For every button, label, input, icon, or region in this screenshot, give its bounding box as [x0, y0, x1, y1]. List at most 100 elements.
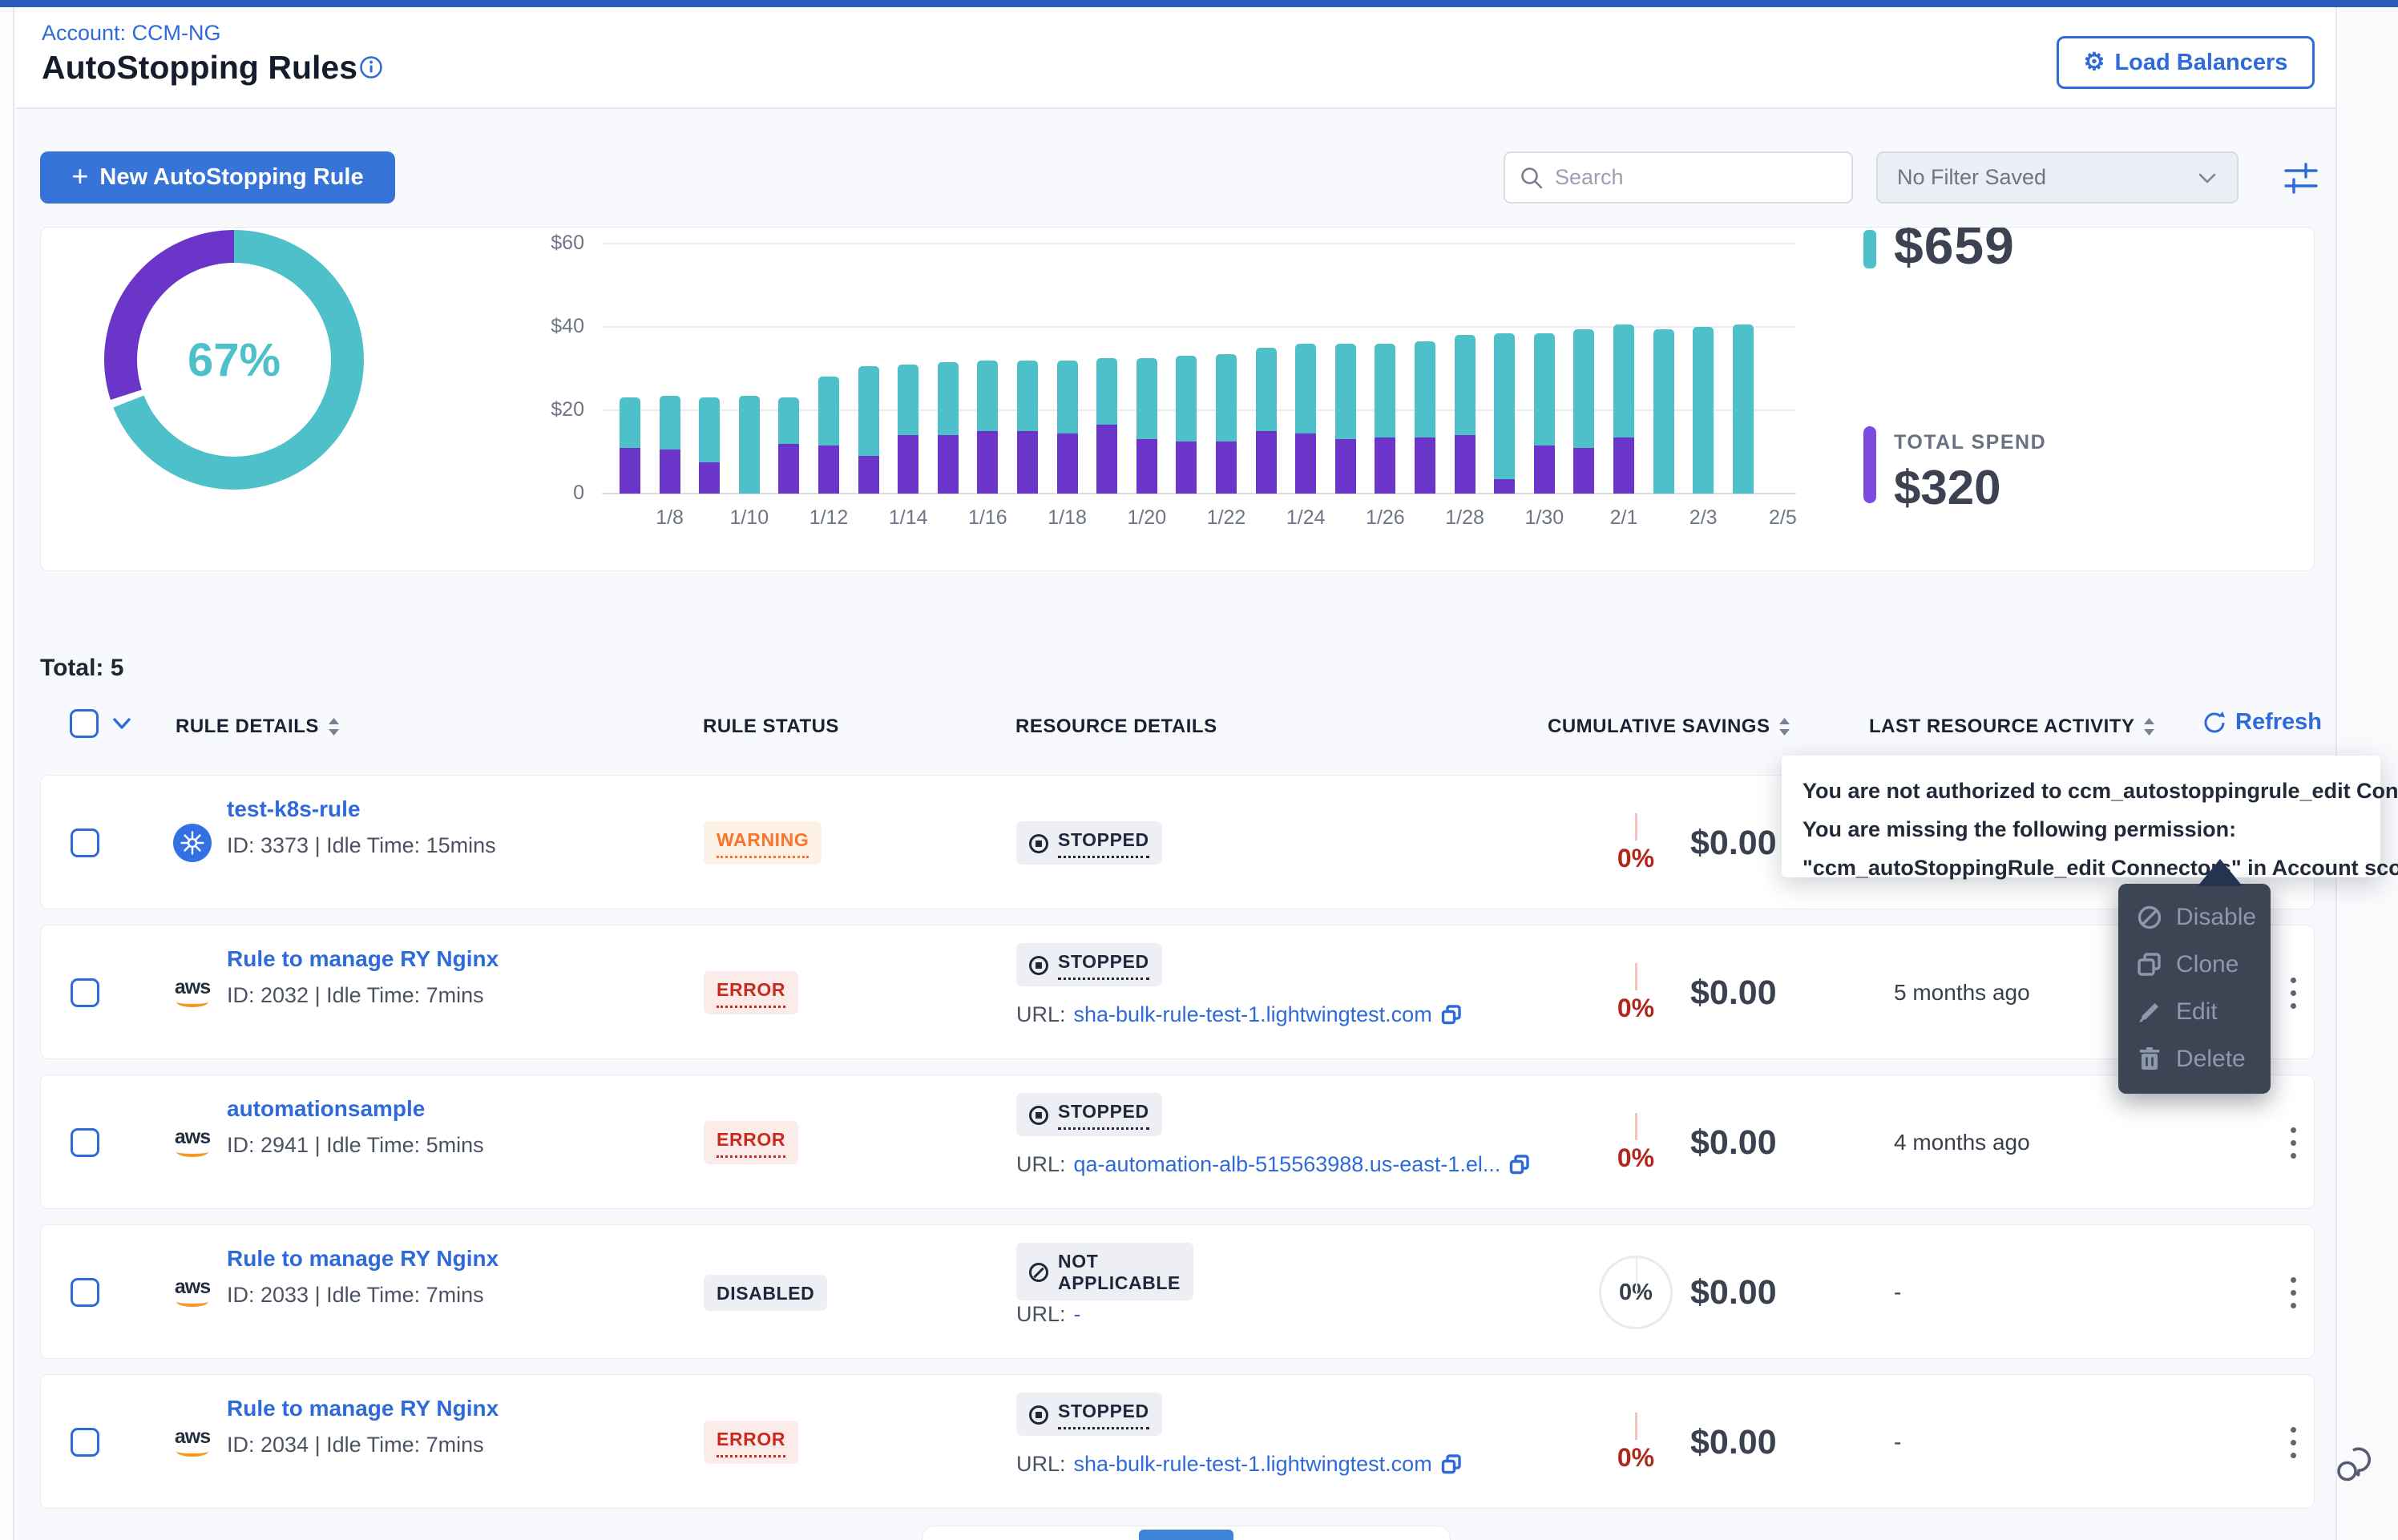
cumulative-savings-cell: 0% — [1584, 1075, 1688, 1210]
copy-icon[interactable] — [1508, 1154, 1531, 1176]
row-menu-button[interactable] — [2277, 1075, 2309, 1210]
search-box — [1504, 151, 1853, 204]
savings-amount: $0.00 — [1690, 925, 1867, 1060]
menu-item-clone[interactable]: Clone — [2118, 941, 2271, 988]
page-header: Account: CCM-NG AutoStopping Rules ⚙ Loa… — [16, 7, 2337, 109]
stopped-icon — [1029, 1106, 1048, 1125]
cumulative-savings-cell: 0% — [1584, 925, 1688, 1060]
column-cumulative-savings[interactable]: CUMULATIVE SAVINGS — [1548, 716, 1791, 738]
status-badge[interactable]: WARNING — [704, 821, 822, 865]
savings-percentage: 67% — [104, 230, 364, 490]
rule-meta: ID: 3373 | Idle Time: 15mins — [227, 833, 496, 858]
row-menu-button[interactable] — [2277, 1225, 2309, 1360]
row-checkbox[interactable] — [71, 1278, 99, 1307]
info-icon[interactable] — [359, 55, 383, 79]
active-page-button[interactable] — [1139, 1530, 1233, 1540]
rule-name-link[interactable]: Rule to manage RY Nginx — [227, 946, 499, 972]
breadcrumb-account[interactable]: Account: CCM-NG — [42, 21, 221, 46]
cumulative-savings-cell: 0% — [1584, 1375, 1688, 1510]
status-badge[interactable]: ERROR — [704, 1121, 798, 1164]
select-all-checkbox[interactable] — [70, 709, 99, 738]
savings-amount: $0.00 — [1690, 1075, 1867, 1210]
aws-icon: aws — [173, 1123, 212, 1162]
table-row: aws Rule to manage RY Nginx ID: 2034 | I… — [40, 1374, 2315, 1509]
clone-icon — [2136, 951, 2163, 978]
aws-icon: aws — [173, 1423, 212, 1461]
spend-legend-swatch — [1863, 426, 1876, 503]
savings-gauge-tick — [1635, 1113, 1637, 1140]
refresh-button[interactable]: Refresh — [2202, 709, 2322, 736]
tooltip-line: You are missing the following permission… — [1803, 810, 2360, 849]
table-header: RULE DETAILS RULE STATUS RESOURCE DETAIL… — [16, 698, 2337, 754]
menu-item-delete[interactable]: Delete — [2118, 1035, 2271, 1082]
status-badge[interactable]: ERROR — [704, 1421, 798, 1464]
last-activity: - — [1894, 1375, 2150, 1510]
permission-tooltip: You are not authorized to ccm_autostoppi… — [1782, 756, 2380, 877]
resource-url-link[interactable]: sha-bulk-rule-test-1.lightwingtest.com — [1074, 1452, 1432, 1477]
rule-name-link[interactable]: Rule to manage RY Nginx — [227, 1246, 499, 1272]
resource-url-link[interactable]: sha-bulk-rule-test-1.lightwingtest.com — [1074, 1002, 1432, 1027]
chevron-down-icon — [2197, 171, 2218, 185]
filter-sliders-icon[interactable] — [2281, 159, 2321, 196]
aws-icon: aws — [173, 1273, 212, 1312]
row-menu-button[interactable] — [2277, 1375, 2309, 1510]
last-activity: 5 months ago — [1894, 925, 2150, 1060]
rule-meta: ID: 2032 | Idle Time: 7mins — [227, 983, 484, 1008]
savings-legend-swatch — [1863, 230, 1876, 268]
rule-name-link[interactable]: test-k8s-rule — [227, 796, 361, 822]
column-rule-status: RULE STATUS — [703, 716, 839, 738]
column-rule-details[interactable]: RULE DETAILS — [176, 716, 341, 738]
sort-icon — [2142, 716, 2156, 737]
saved-filter-value: No Filter Saved — [1897, 165, 2046, 190]
resource-state-badge[interactable]: STOPPED — [1016, 1093, 1162, 1136]
savings-gauge-tick — [1635, 1413, 1637, 1440]
copy-icon[interactable] — [1440, 1004, 1463, 1026]
left-gutter — [0, 7, 14, 1540]
column-resource-details: RESOURCE DETAILS — [1015, 716, 1217, 738]
savings-gauge-tick — [1635, 813, 1637, 841]
tooltip-line: "ccm_autoStoppingRule_edit Connectors" i… — [1803, 849, 2360, 887]
resource-state-badge[interactable]: STOPPED — [1016, 1393, 1162, 1436]
resource-state-badge[interactable]: STOPPED — [1016, 943, 1162, 986]
pagination — [922, 1526, 1451, 1540]
row-checkbox[interactable] — [71, 978, 99, 1007]
last-activity: 4 months ago — [1894, 1075, 2150, 1210]
new-autostopping-rule-button[interactable]: + New AutoStopping Rule — [40, 151, 395, 204]
menu-item-disable[interactable]: Disable — [2118, 893, 2271, 941]
row-menu-button[interactable] — [2277, 925, 2309, 1060]
search-input[interactable] — [1555, 165, 1819, 190]
aws-icon: aws — [173, 974, 212, 1012]
column-last-resource-activity[interactable]: LAST RESOURCE ACTIVITY — [1869, 716, 2156, 738]
page-title: AutoStopping Rules — [42, 49, 357, 87]
savings-gauge-tick — [1635, 963, 1637, 990]
rule-name-link[interactable]: Rule to manage RY Nginx — [227, 1396, 499, 1421]
menu-item-edit[interactable]: Edit — [2118, 988, 2271, 1035]
table-row: aws Rule to manage RY Nginx ID: 2033 | I… — [40, 1224, 2315, 1359]
load-balancers-button[interactable]: ⚙ Load Balancers — [2057, 36, 2315, 89]
status-badge[interactable]: ERROR — [704, 971, 798, 1014]
cumulative-savings-cell: 0% — [1584, 1225, 1688, 1360]
row-checkbox[interactable] — [71, 1428, 99, 1457]
copy-icon[interactable] — [1440, 1453, 1463, 1476]
resource-state-badge[interactable]: NOT APPLICABLE — [1016, 1243, 1193, 1300]
select-menu-chevron-icon[interactable] — [111, 716, 133, 732]
trash-icon — [2136, 1046, 2163, 1073]
saved-filter-select[interactable]: No Filter Saved — [1876, 151, 2239, 204]
spend-savings-bar-chart: 0$20$40$601/81/101/121/141/161/181/201/2… — [490, 232, 1844, 561]
rule-meta: ID: 2033 | Idle Time: 7mins — [227, 1283, 484, 1308]
savings-amount: $0.00 — [1690, 1375, 1867, 1510]
stopped-icon — [1029, 834, 1048, 853]
chat-bubbles-icon[interactable] — [2334, 1442, 2379, 1487]
status-badge[interactable]: DISABLED — [704, 1275, 827, 1311]
gear-icon: ⚙ — [2084, 50, 2105, 75]
rule-name-link[interactable]: automationsample — [227, 1096, 425, 1122]
row-checkbox[interactable] — [71, 828, 99, 857]
kubernetes-icon — [173, 824, 212, 862]
prohibit-icon — [2136, 904, 2163, 931]
resource-state-badge[interactable]: STOPPED — [1016, 821, 1162, 865]
row-checkbox[interactable] — [71, 1128, 99, 1157]
search-icon — [1520, 166, 1544, 190]
resource-url-link[interactable]: qa-automation-alb-515563988.us-east-1.el… — [1074, 1152, 1501, 1177]
new-rule-label: New AutoStopping Rule — [99, 164, 363, 191]
table-row: aws Rule to manage RY Nginx ID: 2032 | I… — [40, 925, 2315, 1059]
